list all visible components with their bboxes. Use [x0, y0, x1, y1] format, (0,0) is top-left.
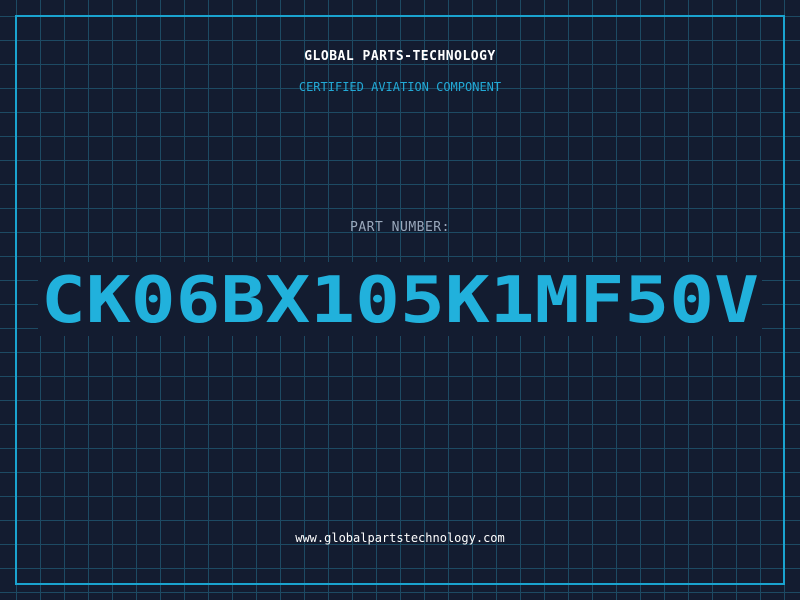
part-number: CK06BX105K1MF50V: [41, 264, 759, 336]
company-name: GLOBAL PARTS-TECHNOLOGY: [304, 49, 496, 64]
website-url[interactable]: www.globalpartstechnology.com: [0, 531, 800, 545]
part-number-label: PART NUMBER:: [350, 220, 450, 235]
certification-subtitle: CERTIFIED AVIATION COMPONENT: [298, 80, 502, 94]
part-number-text: CK06BX105K1MF50V: [41, 264, 759, 336]
